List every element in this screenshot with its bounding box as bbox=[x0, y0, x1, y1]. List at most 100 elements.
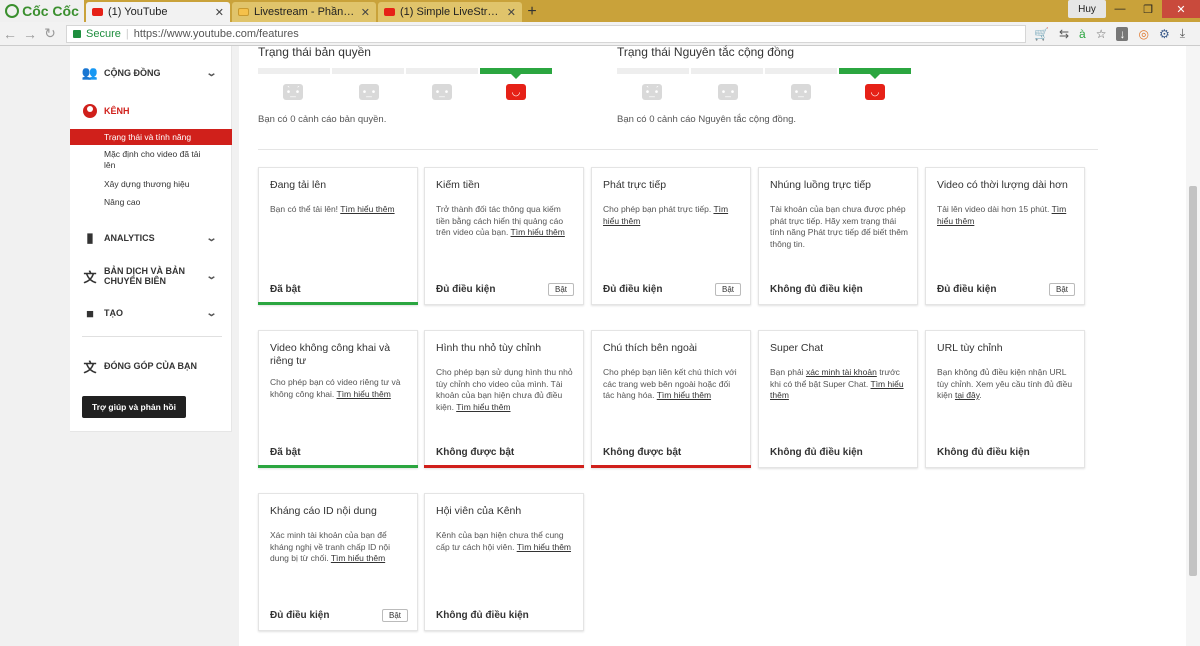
tab-simple-livestream[interactable]: (1) Simple LiveStream - Ph... ✕ bbox=[378, 2, 522, 22]
scrollbar-thumb[interactable] bbox=[1189, 186, 1197, 576]
learn-more-link[interactable]: Tìm hiểu thêm bbox=[456, 402, 510, 412]
card-description: Trở thành đối tác thông qua kiếm tiền bằ… bbox=[436, 204, 565, 237]
toolbar-icons: 🛒 ⇆ à ☆ ↓ ◎ ⚙ ⤓ bbox=[1034, 26, 1185, 41]
sidebar-item-create[interactable]: ■ TẠO ⌄ bbox=[70, 306, 232, 321]
learn-more-link[interactable]: Tìm hiểu thêm bbox=[517, 542, 571, 552]
sidebar-item-channel[interactable]: KÊNH bbox=[70, 104, 232, 118]
enable-button[interactable]: Bật bbox=[381, 609, 408, 622]
chevron-down-icon: ⌄ bbox=[205, 67, 218, 79]
sidebar-subitem-upload-defaults[interactable]: Mặc định cho video đã tải lên bbox=[70, 149, 210, 171]
coccoc-logo-icon bbox=[5, 4, 20, 18]
address-bar-row: ← → ↻ Secure | https://www.youtube.com/f… bbox=[0, 22, 1200, 46]
star-icon[interactable]: ☆ bbox=[1096, 27, 1107, 41]
status-face-icon: •_• bbox=[791, 84, 811, 100]
card-title: Đang tải lên bbox=[270, 179, 327, 191]
settings-icon[interactable]: ⚙ bbox=[1159, 27, 1170, 41]
card-description: Bạn không đủ điều kiện nhận URL tùy chỉn… bbox=[937, 367, 1073, 400]
card-title: Chú thích bên ngoài bbox=[603, 342, 697, 354]
feature-card-upload: Đang tải lên Bạn có thể tải lên! Tìm hiể… bbox=[258, 167, 418, 305]
status-line bbox=[591, 465, 751, 468]
secure-label: Secure bbox=[86, 27, 121, 40]
verify-account-link[interactable]: xác minh tài khoản bbox=[806, 367, 877, 377]
lock-icon bbox=[73, 29, 81, 38]
card-title: Kháng cáo ID nội dung bbox=[270, 505, 377, 517]
dictionary-icon[interactable]: à bbox=[1079, 27, 1086, 41]
chevron-down-icon: ⌄ bbox=[205, 232, 218, 244]
back-icon[interactable]: ← bbox=[0, 26, 20, 42]
card-title: Hội viên của Kênh bbox=[436, 505, 522, 517]
sidebar-item-community[interactable]: 👥 CỘNG ĐỒNG ⌄ bbox=[70, 65, 232, 80]
learn-more-link[interactable]: Tìm hiểu thêm bbox=[657, 390, 711, 400]
sidebar-item-contributions[interactable]: 文 ĐÓNG GÓP CỦA BẠN bbox=[70, 359, 232, 375]
sidebar-item-translations[interactable]: 文 BẢN DỊCH VÀ BẢN CHUYỂN BIÊN ⌄ bbox=[70, 266, 232, 286]
restore-icon[interactable]: ❐ bbox=[1134, 0, 1162, 18]
tab-livestream[interactable]: Livestream - Phần mềm Li... ✕ bbox=[232, 2, 376, 22]
address-input[interactable]: Secure | https://www.youtube.com/feature… bbox=[66, 24, 1026, 43]
card-title: Video không công khai và riêng tư bbox=[270, 342, 391, 367]
here-link[interactable]: tại đây bbox=[955, 390, 979, 400]
coccoc-icon[interactable]: ◎ bbox=[1138, 27, 1148, 41]
learn-more-link[interactable]: Tìm hiểu thêm bbox=[511, 227, 565, 237]
card-title: Super Chat bbox=[770, 342, 824, 354]
sidebar-subitem-advanced[interactable]: Nâng cao bbox=[70, 197, 232, 208]
tab-title: (1) YouTube bbox=[108, 6, 168, 18]
card-status: Không được bật bbox=[603, 447, 682, 458]
card-description: Tài khoản của bạn chưa được phép phát tr… bbox=[770, 204, 908, 249]
enable-button[interactable]: Bật bbox=[714, 283, 741, 296]
learn-more-link[interactable]: Tìm hiểu thêm bbox=[340, 204, 394, 214]
card-title: Phát trực tiếp bbox=[603, 179, 667, 191]
chevron-down-icon: ⌄ bbox=[205, 270, 218, 282]
feature-card-super-chat: Super Chat Bạn phải xác minh tài khoản t… bbox=[758, 330, 918, 468]
copyright-status-note: Bạn có 0 cảnh cáo bản quyền. bbox=[258, 114, 387, 125]
feature-card-embed-live: Nhúng luồng trực tiếp Tài khoản của bạn … bbox=[758, 167, 918, 305]
account-icon bbox=[83, 104, 97, 118]
reload-icon[interactable]: ↻ bbox=[40, 25, 60, 42]
minimize-icon[interactable]: — bbox=[1106, 0, 1134, 18]
close-window-icon[interactable]: ✕ bbox=[1162, 0, 1200, 18]
card-status: Đủ điều kiện bbox=[603, 284, 663, 295]
new-tab-button[interactable]: + bbox=[522, 2, 542, 22]
studio-sidebar: 👥 CỘNG ĐỒNG ⌄ KÊNH Trạng thái và tính năng… bbox=[70, 46, 232, 432]
browser-logo[interactable]: Cốc Cốc bbox=[0, 0, 84, 22]
enable-button[interactable]: Bật bbox=[1048, 283, 1075, 296]
learn-more-link[interactable]: Tìm hiểu thêm bbox=[337, 389, 391, 399]
download-icon[interactable]: ↓ bbox=[1116, 26, 1129, 41]
sidebar-subitem-status-features[interactable]: Trạng thái và tính năng bbox=[70, 129, 232, 145]
status-face-icon: •̀_•́ bbox=[642, 84, 662, 100]
community-status-bar bbox=[617, 68, 911, 74]
card-status: Đủ điều kiện bbox=[937, 284, 997, 295]
cart-icon[interactable]: 🛒 bbox=[1034, 27, 1049, 41]
card-description: Xác minh tài khoản của bạn để kháng nghị… bbox=[270, 530, 391, 563]
window-controls: Huy — ❐ ✕ bbox=[1068, 0, 1200, 20]
close-icon[interactable]: ✕ bbox=[215, 6, 224, 19]
help-feedback-button[interactable]: Trợ giúp và phản hồi bbox=[82, 396, 186, 418]
feature-card-custom-url: URL tùy chỉnh Bạn không đủ điều kiện nhậ… bbox=[925, 330, 1085, 468]
card-description: Cho phép bạn có video riêng tư và không … bbox=[270, 377, 401, 399]
forward-icon[interactable]: → bbox=[20, 26, 40, 42]
sidebar-subitem-branding[interactable]: Xây dựng thương hiệu bbox=[70, 179, 232, 190]
close-icon[interactable]: ✕ bbox=[507, 6, 516, 19]
card-description: Kênh của bạn hiện chưa thể cung cấp tư c… bbox=[436, 530, 572, 552]
downloads-icon[interactable]: ⤓ bbox=[1180, 26, 1185, 41]
enable-button[interactable]: Bật bbox=[547, 283, 574, 296]
tab-youtube[interactable]: (1) YouTube ✕ bbox=[86, 2, 230, 22]
card-title: Nhúng luồng trực tiếp bbox=[770, 179, 872, 191]
card-description: Tải lên video dài hơn 15 phút. Tìm hiểu … bbox=[937, 204, 1067, 226]
learn-more-link[interactable]: Tìm hiểu thêm bbox=[331, 553, 385, 563]
feature-card-external-annotations: Chú thích bên ngoài Cho phép bạn liên kế… bbox=[591, 330, 751, 468]
card-title: Kiếm tiền bbox=[436, 179, 480, 191]
user-profile-button[interactable]: Huy bbox=[1068, 0, 1106, 18]
feature-card-content-id-appeals: Kháng cáo ID nội dung Xác minh tài khoản… bbox=[258, 493, 418, 631]
url-text: https://www.youtube.com/features bbox=[133, 27, 299, 40]
youtube-icon bbox=[384, 8, 395, 16]
browser-tab-strip: Cốc Cốc (1) YouTube ✕ Livestream - Phần m… bbox=[0, 0, 1200, 22]
bar-chart-icon: ▮ bbox=[86, 230, 94, 245]
translate-page-icon[interactable]: ⇆ bbox=[1059, 27, 1069, 41]
feature-card-unlisted-private: Video không công khai và riêng tư Cho ph… bbox=[258, 330, 418, 468]
feature-card-channel-memberships: Hội viên của Kênh Kênh của bạn hiện chưa… bbox=[424, 493, 584, 631]
card-description: Bạn có thể tải lên! Tìm hiểu thêm bbox=[270, 204, 395, 214]
sidebar-item-analytics[interactable]: ▮ ANALYTICS ⌄ bbox=[70, 230, 232, 245]
close-icon[interactable]: ✕ bbox=[361, 6, 370, 19]
page-scrollbar[interactable] bbox=[1186, 46, 1200, 646]
translate-icon: 文 bbox=[83, 269, 97, 285]
